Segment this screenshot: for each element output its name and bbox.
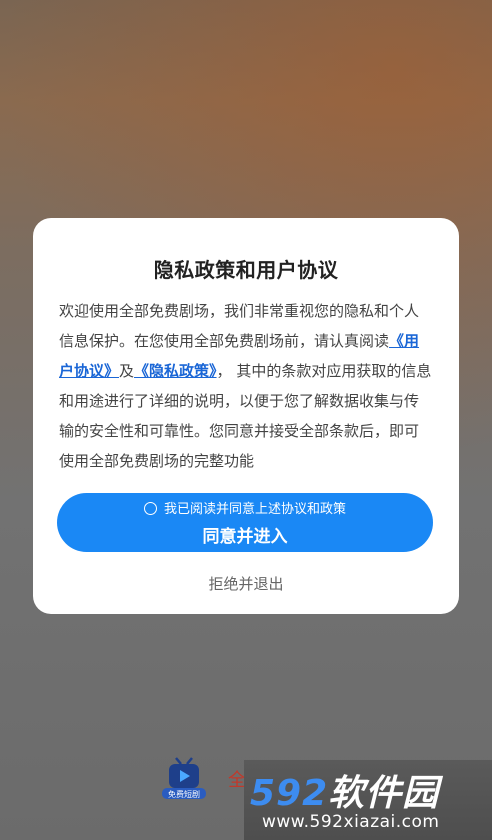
dialog-body: 欢迎使用全部免费剧场，我们非常重视您的隐私和个人信息保护。在您使用全部免费剧场前… bbox=[59, 296, 433, 476]
body-text-and: 及 bbox=[119, 362, 135, 380]
radio-circle-icon[interactable] bbox=[143, 502, 157, 515]
watermark-brand: 592软件园 bbox=[250, 764, 439, 816]
dialog-title: 隐私政策和用户协议 bbox=[153, 258, 339, 282]
reject-button[interactable]: 拒绝并退出 bbox=[33, 573, 459, 594]
watermark-text: 软件园 bbox=[328, 773, 440, 814]
agree-button-label: 同意并进入 bbox=[202, 527, 288, 547]
agree-button[interactable]: 我已阅读并同意上述协议和政策 同意并进入 bbox=[57, 493, 433, 552]
body-text-part1: 欢迎使用全部免费剧场，我们非常重视您的隐私和个人信息保护。在您使用全部免费剧场前… bbox=[59, 302, 420, 350]
privacy-dialog: 隐私政策和用户协议 欢迎使用全部免费剧场，我们非常重视您的隐私和个人信息保护。在… bbox=[33, 218, 459, 614]
watermark: 592软件园 www.592xiazai.com bbox=[244, 760, 492, 840]
app-logo-label: 免费短剧 bbox=[168, 789, 200, 799]
consent-checkbox[interactable]: 我已阅读并同意上述协议和政策 bbox=[57, 501, 433, 519]
tv-logo-icon: 免费短剧 bbox=[162, 757, 206, 799]
consent-label: 我已阅读并同意上述协议和政策 bbox=[163, 502, 346, 517]
privacy-policy-link[interactable]: 《隐私政策》 bbox=[134, 362, 217, 380]
watermark-number: 592 bbox=[250, 773, 329, 814]
watermark-url: www.592xiazai.com bbox=[262, 812, 440, 832]
